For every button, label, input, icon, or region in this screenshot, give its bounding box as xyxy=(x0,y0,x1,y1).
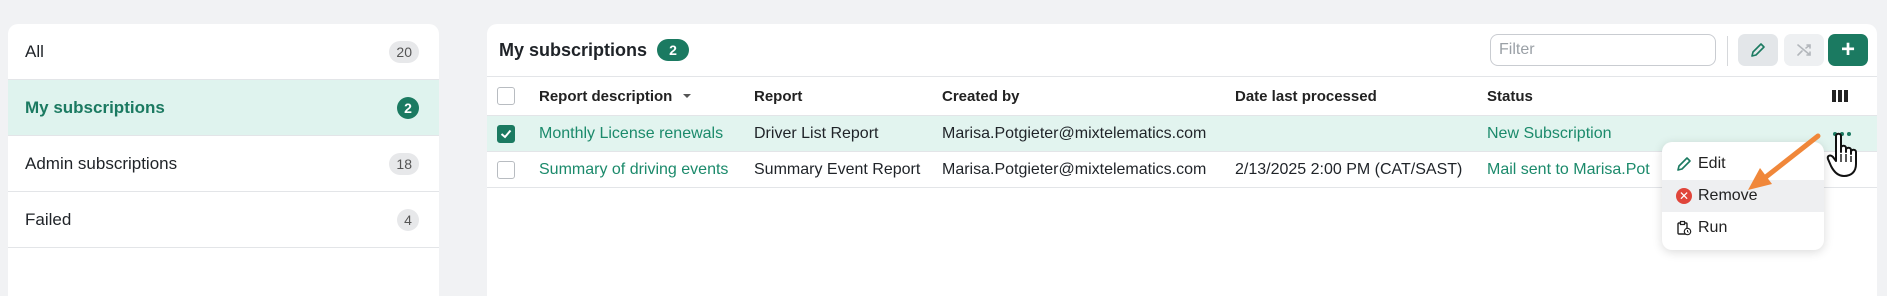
count-badge: 2 xyxy=(397,96,419,119)
sidebar-item-label: Failed xyxy=(25,209,72,229)
status-cell: Mail sent to Marisa.Pot xyxy=(1487,160,1650,178)
select-all-checkbox[interactable] xyxy=(497,87,515,105)
report-description-link[interactable]: Summary of driving events xyxy=(539,152,728,187)
count-badge: 4 xyxy=(397,208,419,231)
page-title-group: My subscriptions 2 xyxy=(499,39,690,61)
pencil-icon xyxy=(1677,157,1691,171)
columns-icon[interactable] xyxy=(1832,77,1848,115)
column-header-date[interactable]: Date last processed xyxy=(1235,77,1377,115)
hand-cursor-icon xyxy=(1826,132,1857,177)
report-cell: Driver List Report xyxy=(754,124,879,142)
row-checkbox[interactable] xyxy=(497,161,515,179)
column-header-report[interactable]: Report xyxy=(754,77,802,115)
sidebar-item-failed[interactable]: Failed 4 xyxy=(8,192,439,248)
column-header-status[interactable]: Status xyxy=(1487,77,1533,115)
created-by-cell: Marisa.Potgieter@mixtelematics.com xyxy=(942,160,1207,178)
remove-circle-icon: ✕ xyxy=(1676,188,1692,204)
column-header-label: Report description xyxy=(539,87,673,105)
report-description-link[interactable]: Monthly License renewals xyxy=(539,116,723,151)
menu-item-run[interactable]: Run xyxy=(1662,212,1824,244)
report-cell: Summary Event Report xyxy=(754,160,921,178)
sort-desc-icon xyxy=(683,94,692,98)
menu-item-label: Run xyxy=(1698,219,1728,236)
count-badge: 18 xyxy=(389,152,419,175)
edit-button[interactable] xyxy=(1738,34,1778,66)
run-clipboard-icon xyxy=(1677,220,1692,236)
date-cell: 2/13/2025 2:00 PM (CAT/SAST) xyxy=(1235,160,1463,178)
sidebar-item-label: Admin subscriptions xyxy=(25,153,178,173)
sidebar-item-all[interactable]: All 20 xyxy=(8,24,439,80)
status-cell: New Subscription xyxy=(1487,124,1612,142)
annotation-arrow-icon xyxy=(1748,133,1821,190)
sidebar-item-label: All xyxy=(25,41,44,61)
page-title: My subscriptions xyxy=(499,39,648,60)
table-header: Report description Report Created by Dat… xyxy=(487,76,1877,116)
sidebar-item-my-subscriptions[interactable]: My subscriptions 2 xyxy=(8,80,439,136)
toolbar-divider xyxy=(1727,36,1728,66)
count-badge: 20 xyxy=(389,40,419,63)
subscription-filter-sidebar: All 20 My subscriptions 2 Admin subscrip… xyxy=(8,24,439,296)
column-header-created-by[interactable]: Created by xyxy=(942,77,1020,115)
row-checkbox[interactable] xyxy=(497,125,515,143)
sidebar-item-admin-subscriptions[interactable]: Admin subscriptions 18 xyxy=(8,136,439,192)
check-icon xyxy=(500,129,512,139)
shuffle-icon xyxy=(1797,44,1811,56)
menu-item-label: Edit xyxy=(1698,155,1726,172)
filter-input[interactable] xyxy=(1490,34,1716,66)
count-badge: 2 xyxy=(657,39,690,61)
shuffle-button[interactable] xyxy=(1784,34,1824,66)
add-subscription-button[interactable]: + xyxy=(1828,34,1868,66)
created-by-cell: Marisa.Potgieter@mixtelematics.com xyxy=(942,124,1207,142)
plus-icon: + xyxy=(1840,36,1855,63)
sidebar-item-label: My subscriptions xyxy=(25,97,165,117)
pencil-icon xyxy=(1751,43,1765,57)
column-header-description[interactable]: Report description xyxy=(539,77,694,115)
